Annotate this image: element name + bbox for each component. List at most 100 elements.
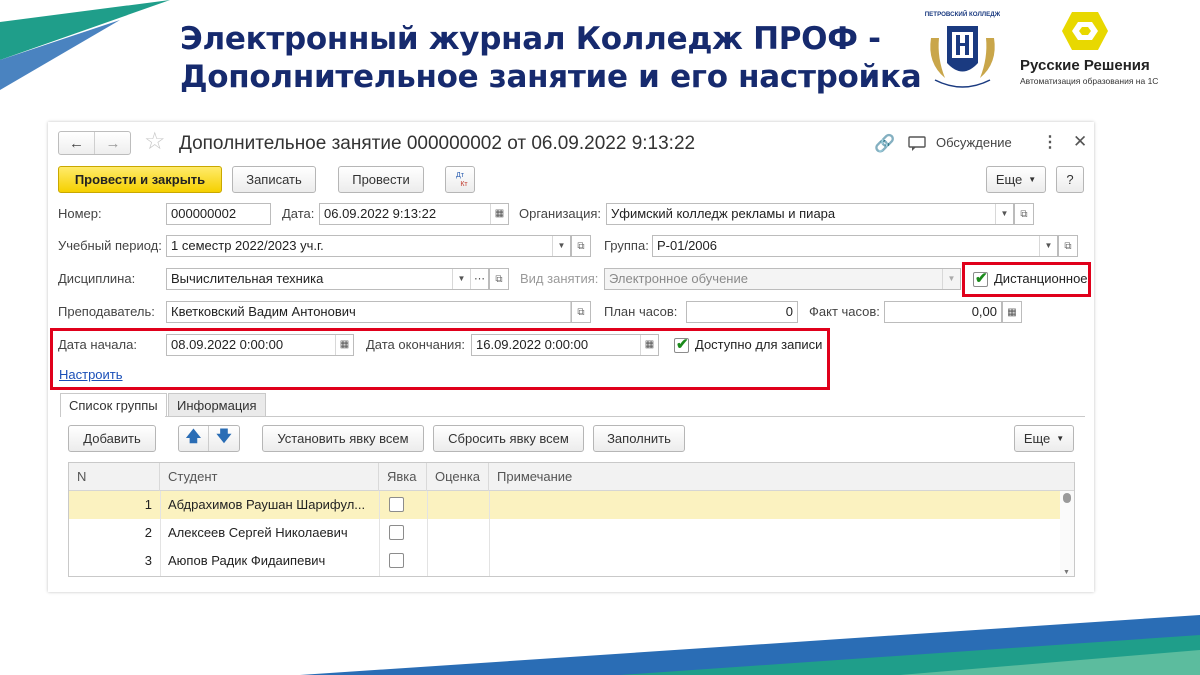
fill-button[interactable]: Заполнить (593, 425, 685, 452)
close-icon[interactable]: ✕ (1073, 132, 1087, 152)
end-label: Дата окончания: (366, 337, 465, 352)
org-label: Организация: (519, 206, 602, 221)
tab-info[interactable]: Информация (168, 393, 266, 417)
scroll-down-icon[interactable]: ▼ (1063, 569, 1070, 576)
teacher-value: Кветковский Вадим Антонович (171, 304, 356, 319)
star-icon[interactable]: ☆ (144, 128, 166, 156)
table-row[interactable]: 2 Алексеев Сергей Николаевич (69, 519, 1061, 547)
calendar-icon[interactable]: ▦ (490, 204, 508, 224)
group-label: Группа: (604, 238, 649, 253)
more-vert-icon[interactable]: ⋮ (1042, 132, 1058, 152)
discipline-value: Вычислительная техника (171, 271, 324, 286)
row-number: 1 (144, 497, 152, 512)
partner-tagline: Автоматизация образования на 1С (1020, 76, 1159, 86)
open-discipline-icon[interactable]: ⧉ (489, 268, 509, 290)
start-label: Дата начала: (58, 337, 137, 352)
set-attendance-button[interactable]: Установить явку всем (262, 425, 424, 452)
attendance-checkbox[interactable] (389, 525, 404, 540)
college-logo-text: ПЕТРОВСКИЙ КОЛЛЕДЖ (925, 10, 1000, 18)
dt-kt-button[interactable]: Дт Кт (445, 166, 475, 193)
fact-hours-label: Факт часов: (809, 304, 880, 319)
clear-icon[interactable]: ⋯ (470, 269, 488, 289)
col-divider (427, 491, 428, 576)
calculator-icon[interactable]: ▦ (1002, 301, 1022, 323)
col-divider (489, 491, 490, 576)
row-number: 3 (144, 553, 152, 568)
table-scrollbar[interactable]: ▼ (1060, 491, 1074, 576)
table-row[interactable]: 1 Абдрахимов Раушан Шарифул... (69, 491, 1061, 519)
available-label[interactable]: Доступно для записи (695, 334, 822, 356)
chevron-down-icon: ▼ (1056, 434, 1065, 443)
tab-group-list[interactable]: Список группы (60, 393, 167, 417)
calendar-icon[interactable]: ▦ (335, 335, 353, 355)
dropdown-arrow-icon[interactable]: ▼ (452, 269, 470, 289)
help-button[interactable]: ? (1056, 166, 1084, 193)
lesson-type-field: Электронное обучение ▼ (604, 268, 961, 290)
active-tab-gap (61, 416, 165, 417)
checkmark-icon: ✔ (676, 336, 689, 353)
slide-title-line1: Электронный журнал Колледж ПРОФ - (180, 21, 881, 57)
col-note[interactable]: Примечание (489, 463, 1074, 491)
end-date-value: 16.09.2022 0:00:00 (476, 337, 589, 352)
arrow-up-icon[interactable]: 🡅 (179, 426, 209, 451)
post-button[interactable]: Провести (338, 166, 424, 193)
open-period-icon[interactable]: ⧉ (571, 235, 591, 257)
table-header: N Студент Явка Оценка Примечание (69, 463, 1074, 491)
slide-title: Электронный журнал Колледж ПРОФ - Дополн… (180, 20, 940, 96)
calendar-icon[interactable]: ▦ (640, 335, 658, 355)
table-row[interactable]: 3 Аюпов Радик Фидаипевич (69, 547, 1061, 575)
group-field[interactable]: Р-01/2006 ▼ (652, 235, 1058, 257)
plan-hours-label: План часов: (604, 304, 678, 319)
col-student[interactable]: Студент (160, 463, 379, 491)
teacher-field[interactable]: Кветковский Вадим Антонович ▼ (166, 301, 589, 323)
open-group-icon[interactable]: ⧉ (1058, 235, 1078, 257)
college-logo: ПЕТРОВСКИЙ КОЛЛЕДЖ (925, 10, 1000, 88)
dropdown-arrow-icon: ▼ (942, 269, 960, 289)
period-label: Учебный период: (58, 238, 162, 253)
arrow-down-icon[interactable]: 🡇 (209, 426, 239, 451)
attendance-checkbox[interactable] (389, 497, 404, 512)
discipline-field[interactable]: Вычислительная техника ▼ ⋯ (166, 268, 489, 290)
end-date-field[interactable]: 16.09.2022 0:00:00 ▦ (471, 334, 659, 356)
group-more-button[interactable]: Еще ▼ (1014, 425, 1074, 452)
document-window: ← → ☆ Дополнительное занятие 000000002 о… (48, 122, 1094, 592)
highlight-remote (962, 262, 1091, 297)
discussion-icon[interactable] (908, 136, 926, 152)
more-button[interactable]: Еще ▼ (986, 166, 1046, 193)
reset-attendance-button[interactable]: Сбросить явку всем (433, 425, 584, 452)
col-attendance[interactable]: Явка (379, 463, 427, 491)
nav-buttons: ← → (58, 131, 131, 155)
number-field[interactable]: 000000002 (166, 203, 271, 225)
discussion-label[interactable]: Обсуждение (936, 135, 1012, 150)
teacher-label: Преподаватель: (58, 304, 155, 319)
back-icon[interactable]: ← (59, 132, 95, 154)
org-field[interactable]: Уфимский колледж рекламы и пиара ▼ (606, 203, 1014, 225)
discipline-label: Дисциплина: (58, 271, 136, 286)
scrollbar-thumb[interactable] (1063, 493, 1071, 503)
col-n[interactable]: N (69, 463, 160, 491)
row-student: Абдрахимов Раушан Шарифул... (168, 497, 366, 512)
attendance-checkbox[interactable] (389, 553, 404, 568)
window-title: Дополнительное занятие 000000002 от 06.0… (179, 133, 696, 154)
dropdown-arrow-icon[interactable]: ▼ (1039, 236, 1057, 256)
available-checkbox[interactable]: ✔ (674, 336, 689, 353)
add-button[interactable]: Добавить (68, 425, 156, 452)
save-button[interactable]: Записать (232, 166, 316, 193)
open-teacher-icon[interactable]: ⧉ (571, 301, 591, 323)
forward-icon[interactable]: → (95, 132, 131, 154)
post-and-close-button[interactable]: Провести и закрыть (58, 166, 222, 193)
top-left-decoration (0, 0, 170, 90)
fact-hours-field[interactable]: 0,00 (884, 301, 1002, 323)
period-field[interactable]: 1 семестр 2022/2023 уч.г. ▼ (166, 235, 571, 257)
link-icon[interactable]: 🔗 (874, 134, 895, 154)
dropdown-arrow-icon[interactable]: ▼ (552, 236, 570, 256)
configure-link[interactable]: Настроить (59, 367, 123, 382)
dropdown-arrow-icon[interactable]: ▼ (995, 204, 1013, 224)
plan-hours-field[interactable]: 0 (686, 301, 798, 323)
start-date-field[interactable]: 08.09.2022 0:00:00 ▦ (166, 334, 354, 356)
tab-divider (60, 416, 1085, 417)
date-field[interactable]: 06.09.2022 9:13:22 ▦ (319, 203, 509, 225)
open-org-icon[interactable]: ⧉ (1014, 203, 1034, 225)
col-grade[interactable]: Оценка (427, 463, 489, 491)
date-label: Дата: (282, 206, 315, 221)
